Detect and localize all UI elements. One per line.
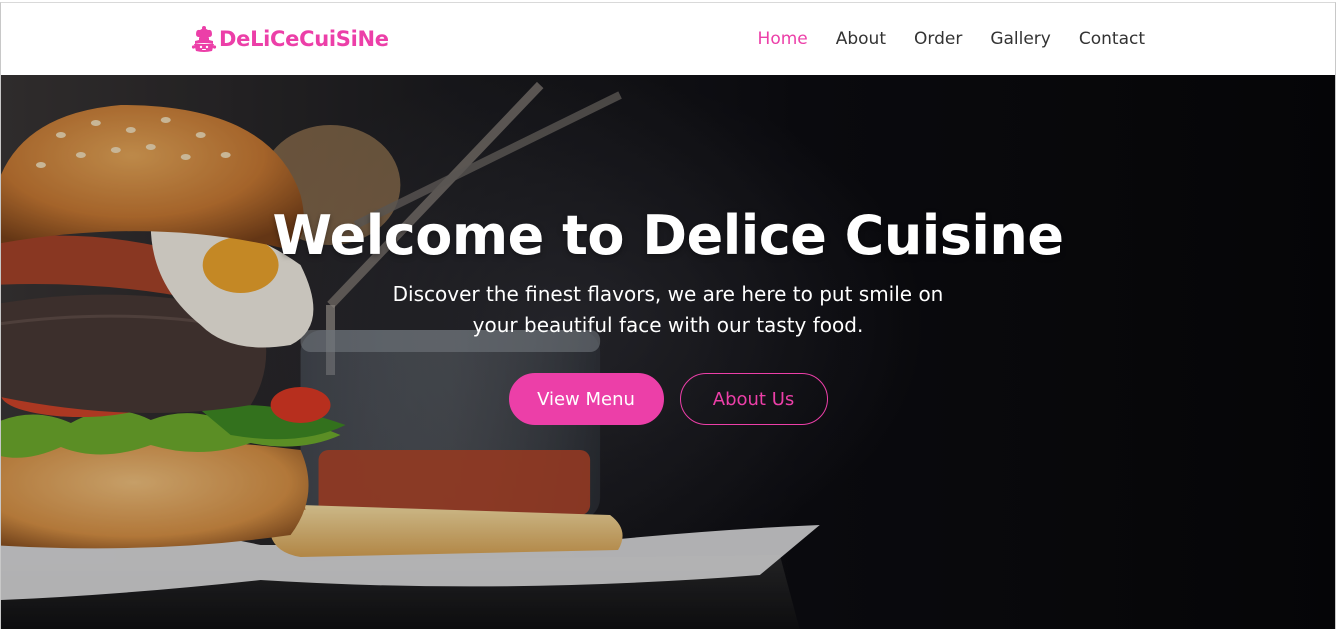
navbar: DeLiCeCuiSiNe Home About Order Gallery C…: [1, 3, 1335, 75]
nav-link-contact[interactable]: Contact: [1079, 29, 1145, 49]
hero-section: Welcome to Delice Cuisine Discover the f…: [1, 75, 1335, 629]
nav-link-about[interactable]: About: [836, 29, 886, 49]
view-menu-button[interactable]: View Menu: [508, 373, 664, 425]
brand-logo-link[interactable]: DeLiCeCuiSiNe: [191, 25, 389, 53]
chef-hat-logo-icon: [191, 26, 217, 52]
hero-title: Welcome to Delice Cuisine: [272, 204, 1065, 267]
nav-item-gallery: Gallery: [990, 29, 1051, 49]
nav-item-order: Order: [914, 29, 962, 49]
nav-item-home: Home: [758, 29, 808, 49]
nav-link-order[interactable]: Order: [914, 29, 962, 49]
hero-buttons: View Menu About Us: [1, 373, 1335, 425]
about-us-button[interactable]: About Us: [679, 373, 828, 425]
hero-subtitle: Discover the finest flavors, we are here…: [392, 282, 944, 337]
browser-viewport: DeLiCeCuiSiNe Home About Order Gallery C…: [0, 2, 1336, 629]
nav-link-home[interactable]: Home: [758, 29, 808, 49]
nav-item-contact: Contact: [1079, 29, 1145, 49]
brand-name: DeLiCeCuiSiNe: [219, 27, 389, 51]
nav-link-gallery[interactable]: Gallery: [990, 29, 1051, 49]
nav-item-about: About: [836, 29, 886, 49]
nav-menu: Home About Order Gallery Contact: [758, 29, 1145, 49]
hero-content: Welcome to Delice Cuisine Discover the f…: [1, 203, 1335, 425]
